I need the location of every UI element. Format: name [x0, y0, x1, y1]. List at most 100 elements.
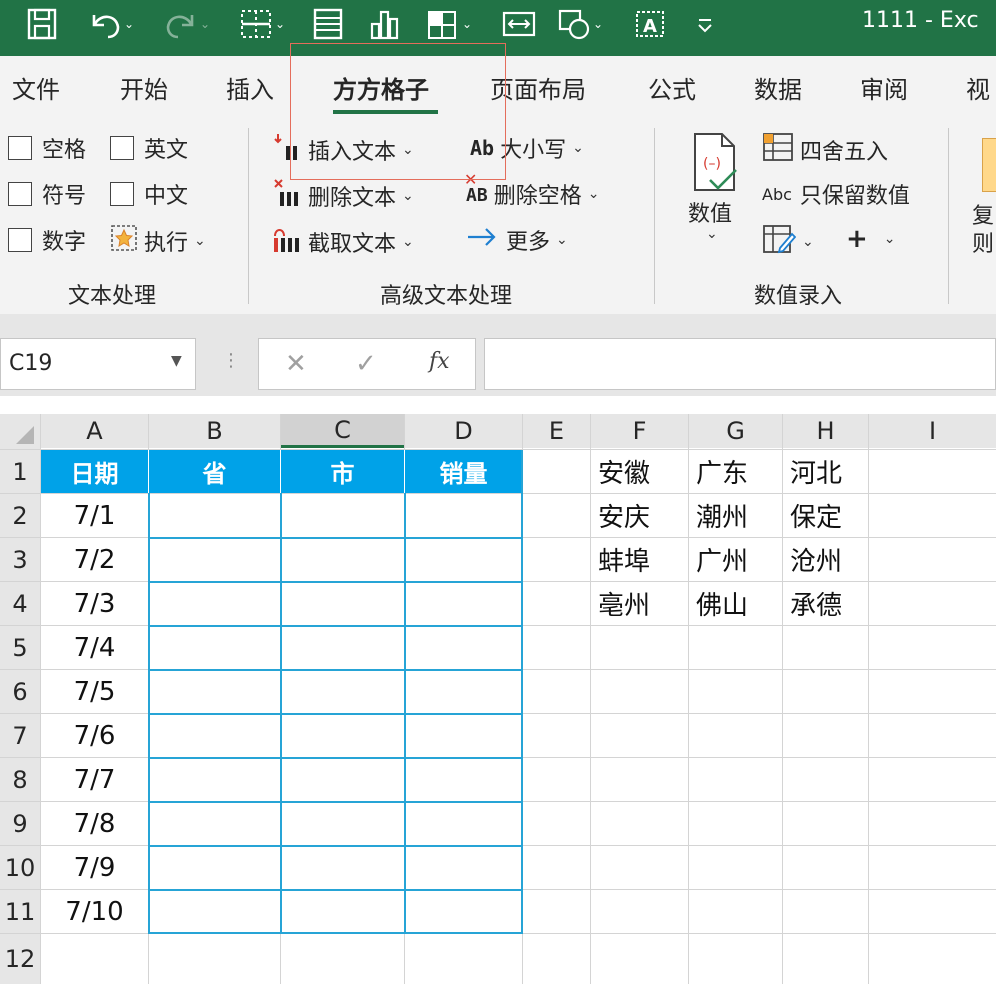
delete-text-button[interactable]: 删除文本 ⌄: [272, 178, 414, 214]
header-cell-province[interactable]: 省: [149, 450, 280, 493]
date-cell[interactable]: 7/2: [41, 538, 148, 581]
bar-chart-icon[interactable]: [364, 6, 406, 42]
checkbox-digit[interactable]: 数字: [8, 224, 86, 256]
chevron-down-icon[interactable]: ⌄: [275, 17, 285, 31]
row-header-7[interactable]: 7: [0, 714, 40, 757]
side-table-cell[interactable]: 保定: [790, 494, 868, 537]
side-table-cell[interactable]: 亳州: [598, 582, 688, 625]
table-format-icon[interactable]: ⌄: [418, 6, 480, 42]
delete-spaces-button[interactable]: ✕ AB 删除空格 ⌄: [464, 170, 600, 210]
side-table-cell[interactable]: 广州: [696, 538, 782, 581]
date-cell[interactable]: 7/6: [41, 714, 148, 757]
tab-home[interactable]: 开始: [120, 70, 168, 105]
chevron-down-icon[interactable]: ⌄: [556, 232, 568, 248]
column-header-g[interactable]: G: [689, 414, 782, 448]
more-button[interactable]: 更多 ⌄: [466, 224, 568, 256]
round-button[interactable]: 四舍五入: [762, 132, 888, 168]
checkbox-space[interactable]: 空格: [8, 132, 86, 164]
column-header-a[interactable]: A: [41, 414, 148, 448]
confirm-icon[interactable]: ✓: [355, 349, 377, 379]
date-cell[interactable]: 7/8: [41, 802, 148, 845]
date-cell[interactable]: 7/4: [41, 626, 148, 669]
tab-data[interactable]: 数据: [754, 70, 802, 105]
chevron-down-icon[interactable]: ⌄: [402, 188, 414, 204]
row-header-9[interactable]: 9: [0, 802, 40, 845]
side-table-cell[interactable]: 潮州: [696, 494, 782, 537]
chevron-down-icon[interactable]: ⌄: [124, 17, 134, 31]
checkbox-icon[interactable]: [8, 228, 32, 252]
row-header-3[interactable]: 3: [0, 538, 40, 581]
date-cell[interactable]: 7/10: [41, 890, 148, 933]
add-button[interactable]: + ⌄: [846, 224, 896, 254]
cancel-icon[interactable]: ✕: [285, 349, 307, 379]
side-table-cell[interactable]: 承德: [790, 582, 868, 625]
column-header-e[interactable]: E: [523, 414, 590, 448]
checkbox-symbol[interactable]: 符号: [8, 178, 86, 210]
row-header-11[interactable]: 11: [0, 890, 40, 933]
merge-icon[interactable]: [498, 6, 540, 42]
chevron-down-icon[interactable]: ⌄: [200, 17, 210, 31]
column-header-i[interactable]: I: [869, 414, 996, 448]
side-table-cell[interactable]: 沧州: [790, 538, 868, 581]
row-header-8[interactable]: 8: [0, 758, 40, 801]
checkbox-english[interactable]: 英文: [110, 132, 188, 164]
execute-button[interactable]: 执行 ⌄: [110, 224, 206, 258]
column-header-f[interactable]: F: [591, 414, 688, 448]
row-header-6[interactable]: 6: [0, 670, 40, 713]
side-table-cell[interactable]: 安庆: [598, 494, 688, 537]
keep-numbers-button[interactable]: Abc 只保留数值: [762, 178, 910, 210]
side-table-cell[interactable]: 河北: [790, 450, 868, 493]
checkbox-icon[interactable]: [110, 182, 134, 206]
column-header-b[interactable]: B: [149, 414, 280, 448]
checkbox-icon[interactable]: [8, 182, 32, 206]
date-cell[interactable]: 7/9: [41, 846, 148, 889]
save-icon[interactable]: [22, 6, 62, 42]
extract-text-button[interactable]: 截取文本 ⌄: [272, 224, 414, 260]
checkbox-icon[interactable]: [110, 136, 134, 160]
side-table-cell[interactable]: 安徽: [598, 450, 688, 493]
chevron-down-icon[interactable]: ⌄: [884, 231, 896, 247]
chevron-down-icon[interactable]: ⌄: [402, 234, 414, 250]
header-cell-sales[interactable]: 销量: [405, 450, 522, 493]
row-header-4[interactable]: 4: [0, 582, 40, 625]
tab-formulas[interactable]: 公式: [648, 70, 696, 105]
border-icon[interactable]: ⌄: [232, 6, 292, 42]
tab-insert[interactable]: 插入: [226, 70, 274, 105]
checkbox-icon[interactable]: [8, 136, 32, 160]
side-table-cell[interactable]: 蚌埠: [598, 538, 688, 581]
chevron-down-icon[interactable]: ⌄: [572, 140, 584, 156]
header-cell-city[interactable]: 市: [281, 450, 404, 493]
tab-review[interactable]: 审阅: [860, 70, 908, 105]
row-header-1[interactable]: 1: [0, 450, 40, 493]
shapes-icon[interactable]: ⌄: [548, 6, 612, 42]
checkbox-chinese[interactable]: 中文: [110, 178, 188, 210]
chevron-down-icon[interactable]: ⌄: [462, 17, 472, 31]
formula-input[interactable]: [484, 338, 996, 390]
tab-file[interactable]: 文件: [12, 70, 60, 105]
chevron-down-icon[interactable]: ⌄: [802, 234, 814, 250]
side-table-cell[interactable]: 广东: [696, 450, 782, 493]
row-header-5[interactable]: 5: [0, 626, 40, 669]
insert-function-icon[interactable]: fx: [429, 349, 450, 374]
edit-table-button[interactable]: ⌄: [762, 224, 814, 260]
partial-icon[interactable]: [982, 138, 996, 192]
chevron-down-icon[interactable]: ⌄: [194, 233, 206, 249]
side-table-cell[interactable]: 佛山: [696, 582, 782, 625]
row-header-12[interactable]: 12: [0, 934, 40, 984]
chevron-down-icon[interactable]: ⌄: [706, 226, 718, 242]
undo-icon[interactable]: ⌄: [82, 6, 140, 42]
redo-icon[interactable]: ⌄: [158, 6, 216, 42]
row-header-10[interactable]: 10: [0, 846, 40, 889]
chevron-down-icon[interactable]: ⌄: [588, 186, 600, 202]
customize-toolbar-icon[interactable]: [690, 6, 720, 42]
textbox-icon[interactable]: A: [630, 6, 670, 42]
chevron-down-icon[interactable]: ⌄: [593, 17, 603, 31]
more-options-icon[interactable]: ⋮: [222, 350, 240, 371]
date-cell[interactable]: 7/5: [41, 670, 148, 713]
column-header-h[interactable]: H: [783, 414, 868, 448]
dropdown-arrow-icon[interactable]: ▼: [171, 353, 182, 369]
form-icon[interactable]: [308, 6, 348, 42]
column-header-d[interactable]: D: [405, 414, 522, 448]
row-header-2[interactable]: 2: [0, 494, 40, 537]
date-cell[interactable]: 7/7: [41, 758, 148, 801]
